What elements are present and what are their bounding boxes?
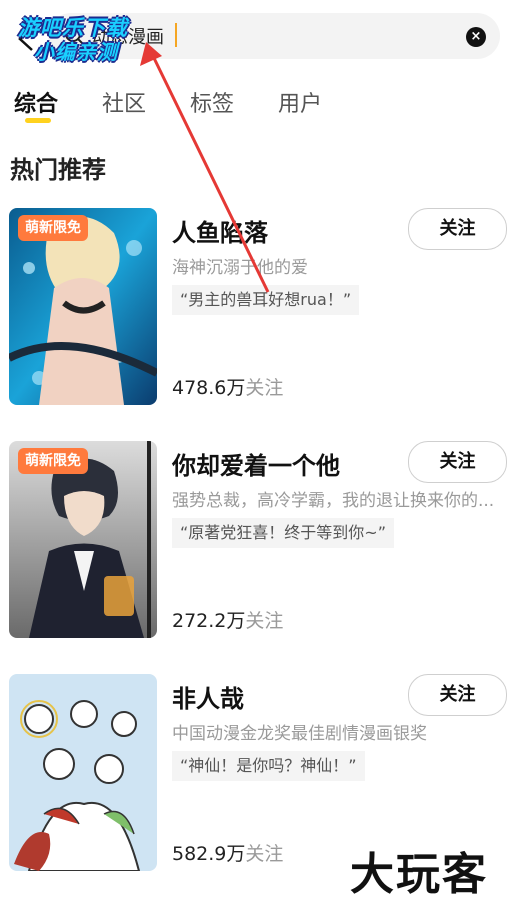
comic-title[interactable]: 人鱼陷落 [172,213,268,248]
search-box[interactable] [48,13,500,59]
follower-number: 478.6万 [172,377,246,399]
list-item[interactable]: 萌新限免 你却爱着一个他 强势总裁，高冷学霸，我的退让换来你的... “原著党狂… [0,441,515,641]
list-item[interactable]: 萌新限免 人鱼陷落 海神沉溺于他的爱 “男主的兽耳好想rua！” 关注 478.… [0,208,515,408]
free-badge: 萌新限免 [18,448,88,474]
follower-unit: 关注 [245,610,284,632]
tab-community[interactable]: 社区 [102,86,146,118]
comic-quote: “神仙！是你吗？神仙！” [172,751,365,781]
comic-quote: “原著党狂喜！终于等到你~” [172,518,394,548]
follower-number: 582.9万 [172,843,246,865]
follow-button[interactable]: 关注 [408,674,507,716]
tab-bar: 综合 社区 标签 用户 [0,80,515,128]
follower-count: 582.9万关注 [172,839,283,866]
follow-button[interactable]: 关注 [408,208,507,250]
brand-logo: 大玩客 [350,849,488,900]
follower-count: 272.2万关注 [172,606,283,633]
section-title: 热门推荐 [10,156,106,184]
follower-number: 272.2万 [172,610,246,632]
tab-users[interactable]: 用户 [278,86,322,118]
free-badge: 萌新限免 [18,215,88,241]
comic-quote: “男主的兽耳好想rua！” [172,285,360,315]
search-header: × 游吧乐下载 小编亲测 [0,0,515,70]
tab-comprehensive[interactable]: 综合 [14,86,58,118]
active-tab-indicator [25,118,51,123]
follow-button[interactable]: 关注 [408,441,507,483]
search-icon [65,26,85,46]
comic-title[interactable]: 非人哉 [172,679,244,714]
cover-image[interactable]: 萌新限免 [9,441,157,638]
comic-description: 海神沉溺于他的爱 [172,258,308,278]
follower-unit: 关注 [245,843,284,865]
cover-image[interactable]: 萌新限免 [9,208,157,405]
clear-icon[interactable]: × [466,27,486,47]
comic-description: 中国动漫金龙奖最佳剧情漫画银奖 [172,724,427,744]
comic-title[interactable]: 你却爱着一个他 [172,446,340,481]
text-caret [175,23,177,47]
comic-description: 强势总裁，高冷学霸，我的退让换来你的... [172,491,495,511]
back-arrow-icon[interactable] [14,24,40,54]
search-input[interactable] [92,21,432,51]
follower-count: 478.6万关注 [172,373,283,400]
cover-image[interactable] [9,674,157,871]
tab-tags[interactable]: 标签 [190,86,234,118]
follower-unit: 关注 [245,377,284,399]
